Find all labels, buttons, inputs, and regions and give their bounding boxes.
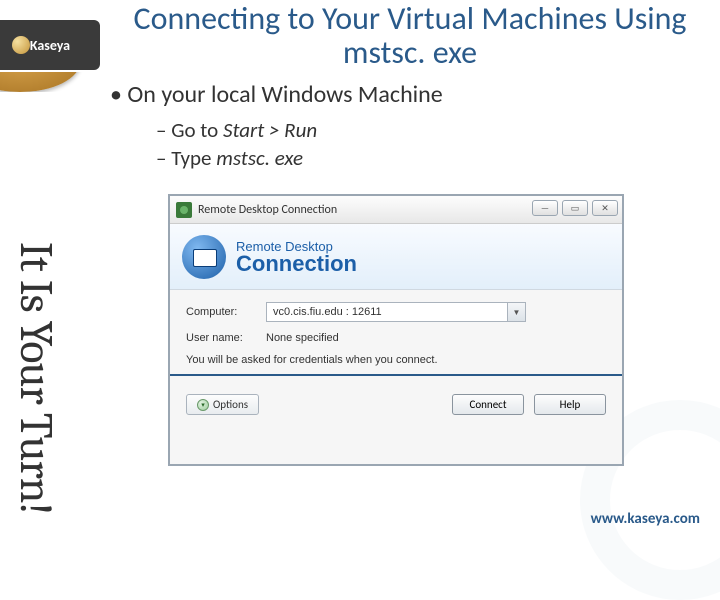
brand-logo: Kaseya <box>0 20 100 70</box>
close-button[interactable]: ✕ <box>592 200 618 216</box>
accent-divider <box>170 374 622 376</box>
rdc-body: Computer: vc0.cis.fiu.edu : 12611 ▼ User… <box>170 290 622 384</box>
username-value: None specified <box>266 332 339 344</box>
rdc-footer: ▾ Options Connect Help <box>170 384 622 425</box>
help-button[interactable]: Help <box>534 394 606 415</box>
bullet-text: Type <box>171 145 216 171</box>
maximize-button[interactable]: ▭ <box>562 200 588 216</box>
bullet-level-2: Type mstsc. exe <box>156 145 690 171</box>
connect-button[interactable]: Connect <box>452 394 524 415</box>
bullet-emphasis: mstsc. exe <box>216 145 303 171</box>
rdc-banner-line2: Connection <box>236 254 357 274</box>
options-label: Options <box>213 398 248 411</box>
chevron-down-icon[interactable]: ▼ <box>507 303 525 321</box>
rdc-window-title: Remote Desktop Connection <box>198 203 337 217</box>
rdc-window: Remote Desktop Connection — ▭ ✕ Remote D… <box>168 194 624 466</box>
footer-url: www.kaseya.com <box>591 510 700 528</box>
brand-logo-dot <box>12 36 30 54</box>
decorative-bronze-arc <box>0 72 110 92</box>
sidebar-callout: It Is Your Turn! <box>12 95 72 515</box>
options-button[interactable]: ▾ Options <box>186 394 259 415</box>
bullet-emphasis: Start > Run <box>223 117 317 143</box>
username-label: User name: <box>186 332 266 344</box>
bullet-text: Go to <box>171 117 223 143</box>
computer-label: Computer: <box>186 306 266 318</box>
rdc-app-icon <box>176 202 192 218</box>
chevron-down-icon: ▾ <box>197 399 209 411</box>
slide-content: On your local Windows Machine Go to Star… <box>110 80 690 173</box>
rdc-banner-icon <box>182 235 226 279</box>
rdc-banner: Remote Desktop Connection <box>170 224 622 290</box>
computer-combo[interactable]: vc0.cis.fiu.edu : 12611 ▼ <box>266 302 526 322</box>
brand-logo-text: Kaseya <box>30 37 70 54</box>
minimize-button[interactable]: — <box>532 200 558 216</box>
computer-value: vc0.cis.fiu.edu : 12611 <box>273 306 382 318</box>
bullet-level-1: On your local Windows Machine <box>110 80 690 109</box>
rdc-titlebar: Remote Desktop Connection — ▭ ✕ <box>170 196 622 224</box>
slide-title: Connecting to Your Virtual Machines Usin… <box>110 2 710 69</box>
credentials-hint: You will be asked for credentials when y… <box>186 354 606 366</box>
bullet-level-2: Go to Start > Run <box>156 117 690 143</box>
